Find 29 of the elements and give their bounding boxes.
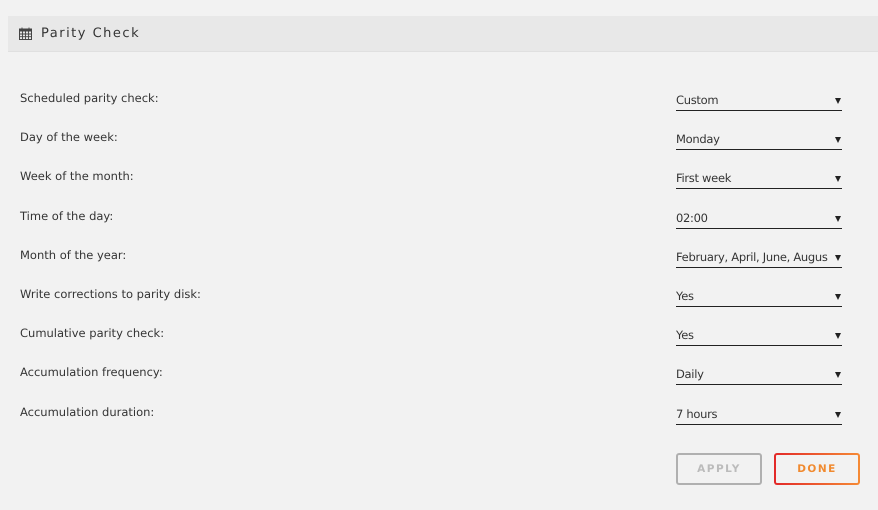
dropdown[interactable]: Daily (676, 360, 842, 386)
dropdown[interactable]: 7 hours (676, 400, 842, 424)
setting-label: Accumulation duration: (20, 404, 154, 418)
dropdown[interactable]: Yes (676, 282, 842, 307)
setting-label: Time of the day: (20, 208, 114, 223)
setting-label: Day of the week: (20, 130, 118, 144)
dropdown[interactable]: February, April, June, Augus (676, 242, 842, 268)
setting-label: Scheduled parity check: (20, 91, 159, 105)
dropdown[interactable]: Custom (676, 86, 842, 111)
dropdown[interactable]: 02:00 (676, 204, 842, 229)
setting-label: Write corrections to parity disk: (20, 286, 201, 301)
caret-icon (835, 333, 841, 340)
calendar-icon (19, 27, 32, 40)
dropdown[interactable]: First week (676, 164, 842, 190)
panel-title: Parity Check (41, 26, 140, 41)
caret-icon (835, 137, 841, 144)
setting-label: Accumulation frequency: (20, 365, 163, 380)
setting-label: Week of the month: (20, 169, 134, 184)
caret-icon (835, 372, 841, 378)
caret-icon (835, 98, 841, 104)
caret-icon (835, 294, 841, 300)
caret-icon (835, 412, 841, 418)
caret-icon (835, 254, 841, 261)
dropdown[interactable]: Yes (676, 321, 842, 346)
caret-icon (835, 176, 841, 182)
caret-icon (835, 216, 841, 222)
setting-label: Cumulative parity check: (20, 326, 164, 340)
setting-label: Month of the year: (20, 248, 126, 262)
dropdown[interactable]: Monday (676, 125, 842, 150)
